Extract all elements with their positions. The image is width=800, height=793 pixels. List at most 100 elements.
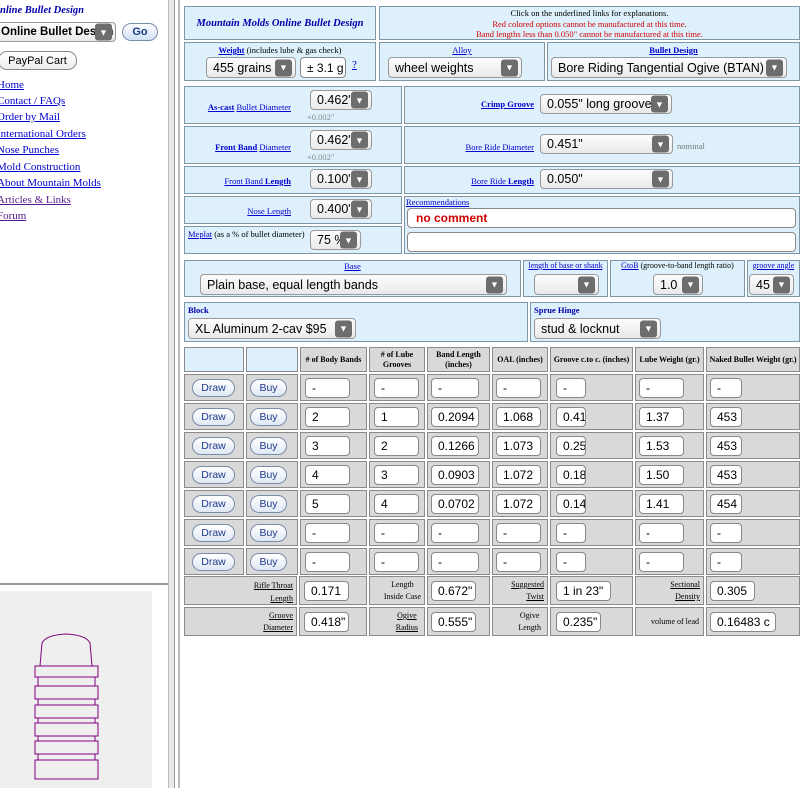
- table-value[interactable]: 453: [710, 436, 742, 456]
- table-value[interactable]: 0.18: [556, 465, 586, 485]
- draw-button[interactable]: Draw: [192, 408, 235, 426]
- fbl-label-a[interactable]: Front Band: [224, 176, 263, 186]
- site-select[interactable]: Online Bullet Design ▼: [0, 22, 116, 42]
- sd-label-a[interactable]: Sectional: [670, 579, 700, 591]
- buy-button[interactable]: Buy: [250, 524, 287, 542]
- nav-link-mold-construction[interactable]: Mold Construction: [0, 161, 80, 173]
- buy-button[interactable]: Buy: [250, 408, 287, 426]
- buy-button[interactable]: Buy: [250, 553, 287, 571]
- alloy-link[interactable]: Alloy: [380, 45, 544, 55]
- recommendations-link[interactable]: Recommendations: [406, 197, 469, 207]
- table-value[interactable]: 0.2094: [431, 407, 479, 427]
- boreride-select[interactable]: 0.451" ▼: [540, 134, 673, 154]
- draw-button[interactable]: Draw: [192, 495, 235, 513]
- table-value[interactable]: -: [496, 523, 541, 543]
- table-value[interactable]: 0.25: [556, 436, 586, 456]
- table-value[interactable]: -: [556, 378, 586, 398]
- groove-angle-select[interactable]: 45 ▼: [749, 274, 794, 295]
- or-label-a[interactable]: Ogive: [396, 610, 418, 622]
- base-length-select[interactable]: ▼: [534, 274, 599, 295]
- table-value[interactable]: 1.068: [496, 407, 541, 427]
- buy-button[interactable]: Buy: [250, 466, 287, 484]
- frame-splitter[interactable]: [168, 0, 175, 788]
- crimp-link[interactable]: Crimp Groove: [481, 99, 534, 109]
- table-value[interactable]: -: [374, 552, 419, 572]
- rtl-value[interactable]: 0.171: [304, 581, 349, 601]
- fbl-label-b[interactable]: Length: [265, 176, 291, 186]
- rtl-label-a[interactable]: Rifle Throat: [254, 579, 293, 592]
- table-value[interactable]: 3: [374, 465, 419, 485]
- design-link[interactable]: Bullet Design: [548, 45, 799, 55]
- buy-button[interactable]: Buy: [250, 379, 287, 397]
- go-button[interactable]: Go: [122, 23, 158, 41]
- table-value[interactable]: 1.37: [639, 407, 684, 427]
- table-value[interactable]: -: [305, 378, 350, 398]
- design-select[interactable]: Bore Riding Tangential Ogive (BTAN) ▼: [551, 57, 787, 78]
- brl-label-a[interactable]: Bore Ride: [471, 176, 506, 186]
- draw-button[interactable]: Draw: [192, 553, 235, 571]
- nav-link-nose-punches[interactable]: Nose Punches: [0, 144, 59, 156]
- or-label-b[interactable]: Radius: [396, 622, 418, 634]
- meplat-select[interactable]: 75 % ▼: [310, 230, 361, 250]
- table-value[interactable]: 1.41: [639, 494, 684, 514]
- base-length-label[interactable]: length of base or shank: [524, 261, 607, 270]
- table-value[interactable]: 453: [710, 465, 742, 485]
- draw-button[interactable]: Draw: [192, 437, 235, 455]
- recommendations-field[interactable]: [407, 232, 796, 252]
- sprue-select[interactable]: stud & locknut ▼: [534, 318, 661, 339]
- brl-label-b[interactable]: Length: [508, 176, 534, 186]
- gtob-link[interactable]: GtoB: [621, 261, 638, 270]
- table-value[interactable]: 453: [710, 407, 742, 427]
- table-value[interactable]: 2: [374, 436, 419, 456]
- table-value[interactable]: -: [374, 378, 419, 398]
- table-value[interactable]: 2: [305, 407, 350, 427]
- table-value[interactable]: 454: [710, 494, 742, 514]
- nav-link-international[interactable]: International Orders: [0, 128, 86, 140]
- frontband-link[interactable]: Front Band: [215, 142, 257, 152]
- table-value[interactable]: -: [639, 523, 684, 543]
- table-value[interactable]: -: [710, 552, 742, 572]
- gd-label-b[interactable]: Diameter: [263, 622, 293, 634]
- weight-link[interactable]: Weight: [219, 45, 245, 55]
- table-value[interactable]: -: [305, 552, 350, 572]
- draw-button[interactable]: Draw: [192, 524, 235, 542]
- table-value[interactable]: -: [431, 378, 479, 398]
- nose-link[interactable]: Nose Length: [247, 206, 291, 216]
- table-value[interactable]: 0.41: [556, 407, 586, 427]
- nav-link-forum[interactable]: Forum: [0, 210, 26, 222]
- nav-link-about[interactable]: About Mountain Molds: [0, 177, 101, 189]
- block-select[interactable]: XL Aluminum 2-cav $95 ▼: [188, 318, 356, 339]
- twist-label-a[interactable]: Suggested: [511, 579, 544, 591]
- nav-link-articles[interactable]: Articles & Links: [0, 194, 71, 206]
- twist-value[interactable]: 1 in 23": [556, 581, 611, 601]
- lic-value[interactable]: 0.672": [431, 581, 476, 601]
- table-value[interactable]: -: [431, 523, 479, 543]
- nose-select[interactable]: 0.400" ▼: [310, 199, 372, 219]
- table-value[interactable]: -: [431, 552, 479, 572]
- twist-label-b[interactable]: Twist: [511, 591, 544, 603]
- ascast-select[interactable]: 0.462" ▼: [310, 90, 372, 110]
- base-link[interactable]: Base: [185, 261, 520, 271]
- buy-button[interactable]: Buy: [250, 495, 287, 513]
- groove-angle-link[interactable]: groove angle: [748, 261, 799, 270]
- fbl-select[interactable]: 0.100" ▼: [310, 169, 372, 189]
- table-value[interactable]: 0.0702: [431, 494, 479, 514]
- table-value[interactable]: 1.53: [639, 436, 684, 456]
- crimp-select[interactable]: 0.055" long groove ▼: [540, 94, 672, 114]
- table-value[interactable]: -: [556, 523, 586, 543]
- table-value[interactable]: 1.072: [496, 465, 541, 485]
- table-value[interactable]: 1.50: [639, 465, 684, 485]
- ol-value[interactable]: 0.235": [556, 612, 601, 632]
- table-value[interactable]: -: [496, 552, 541, 572]
- nav-link-order-by-mail[interactable]: Order by Mail: [0, 111, 60, 123]
- weight-select[interactable]: 455 grains ▼: [206, 57, 296, 78]
- nav-link-contact[interactable]: Contact / FAQs: [0, 95, 65, 107]
- table-value[interactable]: 1: [374, 407, 419, 427]
- sd-label-b[interactable]: Density: [670, 591, 700, 603]
- weight-help-link[interactable]: ?: [352, 59, 357, 71]
- meplat-link[interactable]: Meplat: [188, 229, 212, 239]
- weight-tolerance-field[interactable]: ± 3.1 g: [300, 57, 346, 78]
- paypal-cart-button[interactable]: PayPal Cart: [0, 51, 77, 70]
- table-value[interactable]: -: [496, 378, 541, 398]
- ascast-link[interactable]: As-cast: [208, 102, 234, 112]
